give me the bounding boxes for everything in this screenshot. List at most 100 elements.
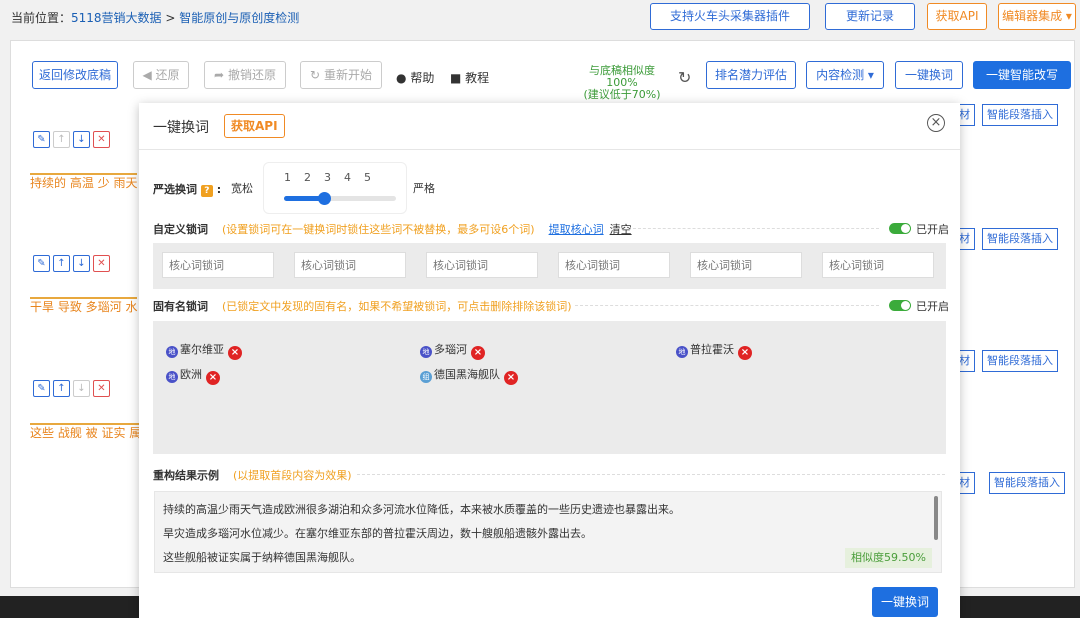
lock-tag: 地普拉霍沃 × — [676, 341, 752, 360]
paragraph-text: 这些 战舰 被 证实 属 — [30, 423, 142, 440]
place-type-icon: 地 — [420, 346, 432, 358]
move-up-icon[interactable]: ↑ — [53, 380, 70, 397]
lock-word-input[interactable] — [294, 252, 406, 278]
undo-button[interactable]: ◀ 还原 — [133, 61, 189, 89]
custom-lock-note: (设置锁词可在一键换词时锁住这些词不被替换，最多可设6个词) — [222, 223, 535, 236]
help-link[interactable]: ● 帮助 — [396, 69, 434, 86]
move-down-icon[interactable]: ↓ — [73, 131, 90, 148]
breadcrumb-link-current[interactable]: 智能原创与原创度检测 — [179, 11, 299, 25]
lock-word-input[interactable] — [162, 252, 274, 278]
strictness-slider[interactable]: 12345 — [263, 162, 407, 214]
dialog-divider — [139, 149, 960, 150]
lock-word-input[interactable] — [690, 252, 802, 278]
paragraph-insert-button[interactable]: 智能段落插入 — [982, 228, 1058, 250]
slider-tick-label: 1 — [284, 171, 291, 184]
result-line: 这些舰船被证实属于纳粹德国黑海舰队。 — [163, 551, 361, 564]
paragraph-text: 持续的 高温 少 雨天 — [30, 173, 138, 190]
edit-icon[interactable]: ✎ — [33, 380, 50, 397]
delete-icon[interactable]: ✕ — [93, 380, 110, 397]
back-to-draft-button[interactable]: 返回修改底稿 — [32, 61, 118, 89]
breadcrumb-link-5118[interactable]: 5118营销大数据 — [71, 11, 162, 25]
lock-word-input[interactable] — [822, 252, 934, 278]
delete-icon[interactable]: ✕ — [93, 255, 110, 272]
paragraph-insert-button[interactable]: 智能段落插入 — [982, 350, 1058, 372]
smart-rewrite-button[interactable]: 一键智能改写 — [973, 61, 1071, 89]
paragraph-row[interactable]: 持续的 高温 少 雨天 — [30, 173, 138, 191]
tutorial-link[interactable]: ■ 教程 — [450, 69, 489, 86]
paragraph-row[interactable]: 干旱 导致 多瑙河 水 — [30, 297, 138, 315]
help-question-icon[interactable]: ? — [200, 185, 213, 197]
paragraph-text: 干旱 导致 多瑙河 水 — [30, 297, 138, 314]
undo-label: 还原 — [155, 68, 180, 82]
lock-tag: 组德国黑海舰队 × — [420, 366, 518, 385]
result-scrollbar[interactable] — [934, 496, 938, 540]
move-down-icon[interactable]: ↓ — [73, 255, 90, 272]
section-divider — [633, 228, 879, 229]
custom-lock-inputs — [153, 243, 946, 289]
move-up-icon[interactable]: ↑ — [53, 131, 70, 148]
help-label: 帮助 — [410, 71, 435, 85]
one-click-replace-submit-button[interactable]: 一键换词 — [872, 587, 938, 617]
lock-tag-label: 欧洲 — [180, 368, 202, 381]
lock-word-input[interactable] — [558, 252, 670, 278]
slider-ticks: 12345 — [284, 171, 384, 184]
proper-lock-toggle[interactable] — [889, 300, 911, 311]
slider-track[interactable] — [284, 192, 396, 205]
remove-tag-icon[interactable]: × — [504, 371, 518, 385]
dialog-title: 一键换词 — [153, 120, 209, 136]
proper-lock-title: 固有名锁词 — [153, 300, 208, 313]
slider-tick-label: 4 — [344, 171, 351, 184]
lock-tag: 地塞尔维亚 × — [166, 341, 242, 360]
section-divider — [357, 474, 945, 475]
paragraph-insert-button[interactable]: 智能段落插入 — [982, 104, 1058, 126]
result-preview[interactable]: 持续的高温少雨天气造成欧洲很多湖泊和众多河流水位降低，本来被水质覆盖的一些历史遗… — [154, 491, 942, 573]
changelog-button[interactable]: 更新记录 — [825, 3, 915, 30]
strictness-label: 严选换词 ? : — [153, 181, 221, 197]
delete-icon[interactable]: ✕ — [93, 131, 110, 148]
content-check-button[interactable]: 内容检测 ▾ — [806, 61, 884, 89]
restart-label: 重新开始 — [323, 68, 372, 82]
lock-word-input[interactable] — [426, 252, 538, 278]
lock-tag-label: 塞尔维亚 — [180, 343, 224, 356]
result-line: 旱灾造成多瑙河水位减少。在塞尔维亚东部的普拉霍沃周边，数十艘舰船遗骸外露出去。 — [163, 527, 592, 540]
get-api-button[interactable]: 获取API — [927, 3, 987, 30]
custom-lock-section-title: 自定义锁词 (设置锁词可在一键换词时锁住这些词不被替换，最多可设6个词) 提取核心词… — [153, 221, 632, 237]
move-down-icon[interactable]: ↓ — [73, 380, 90, 397]
refresh-icon[interactable]: ↻ — [678, 68, 691, 87]
remove-tag-icon[interactable]: × — [206, 371, 220, 385]
slider-tick-label: 5 — [364, 171, 371, 184]
draft-similarity: 与底稿相似度 100% (建议低于70%) — [572, 65, 672, 101]
paragraph-insert-button[interactable]: 智能段落插入 — [989, 472, 1065, 494]
redo-button[interactable]: ➦ 撤销还原 — [204, 61, 286, 89]
remove-tag-icon[interactable]: × — [228, 346, 242, 360]
remove-tag-icon[interactable]: × — [471, 346, 485, 360]
one-click-replace-toolbar-button[interactable]: 一键换词 — [895, 61, 963, 89]
lock-tag-label: 普拉霍沃 — [690, 343, 734, 356]
loose-label: 宽松 — [231, 182, 253, 195]
result-section-title: 重构结果示例 (以提取首段内容为效果) — [153, 467, 352, 483]
row-controls: ✎ ↑ ↓ ✕ — [33, 131, 113, 151]
remove-tag-icon[interactable]: × — [738, 346, 752, 360]
lock-tag: 地欧洲 × — [166, 366, 220, 385]
close-icon[interactable]: × — [927, 114, 945, 132]
paragraph-row[interactable]: 这些 战舰 被 证实 属 — [30, 423, 142, 441]
plugin-button[interactable]: 支持火车头采集器插件 — [650, 3, 810, 30]
lock-tag-label: 多瑙河 — [434, 343, 467, 356]
clear-link[interactable]: 清空 — [610, 223, 632, 236]
rank-potential-button[interactable]: 排名潜力评估 — [706, 61, 796, 89]
tutorial-label: 教程 — [465, 71, 490, 85]
custom-lock-toggle[interactable] — [889, 223, 911, 234]
custom-lock-toggle-label: 已开启 — [916, 223, 949, 236]
editor-integration-label: 编辑器集成 — [1002, 9, 1063, 23]
breadcrumb: 当前位置：5118营销大数据 > 智能原创与原创度检测 — [11, 9, 299, 26]
slider-tick-label: 2 — [304, 171, 311, 184]
restart-button[interactable]: ↻ 重新开始 — [300, 61, 382, 89]
slider-handle[interactable] — [318, 192, 331, 205]
move-up-icon[interactable]: ↑ — [53, 255, 70, 272]
dialog-get-api-button[interactable]: 获取API — [224, 114, 285, 138]
extract-core-words-link[interactable]: 提取核心词 — [549, 223, 604, 236]
edit-icon[interactable]: ✎ — [33, 255, 50, 272]
breadcrumb-separator: > — [165, 11, 176, 25]
editor-integration-button[interactable]: 编辑器集成 ▾ — [998, 3, 1076, 30]
edit-icon[interactable]: ✎ — [33, 131, 50, 148]
